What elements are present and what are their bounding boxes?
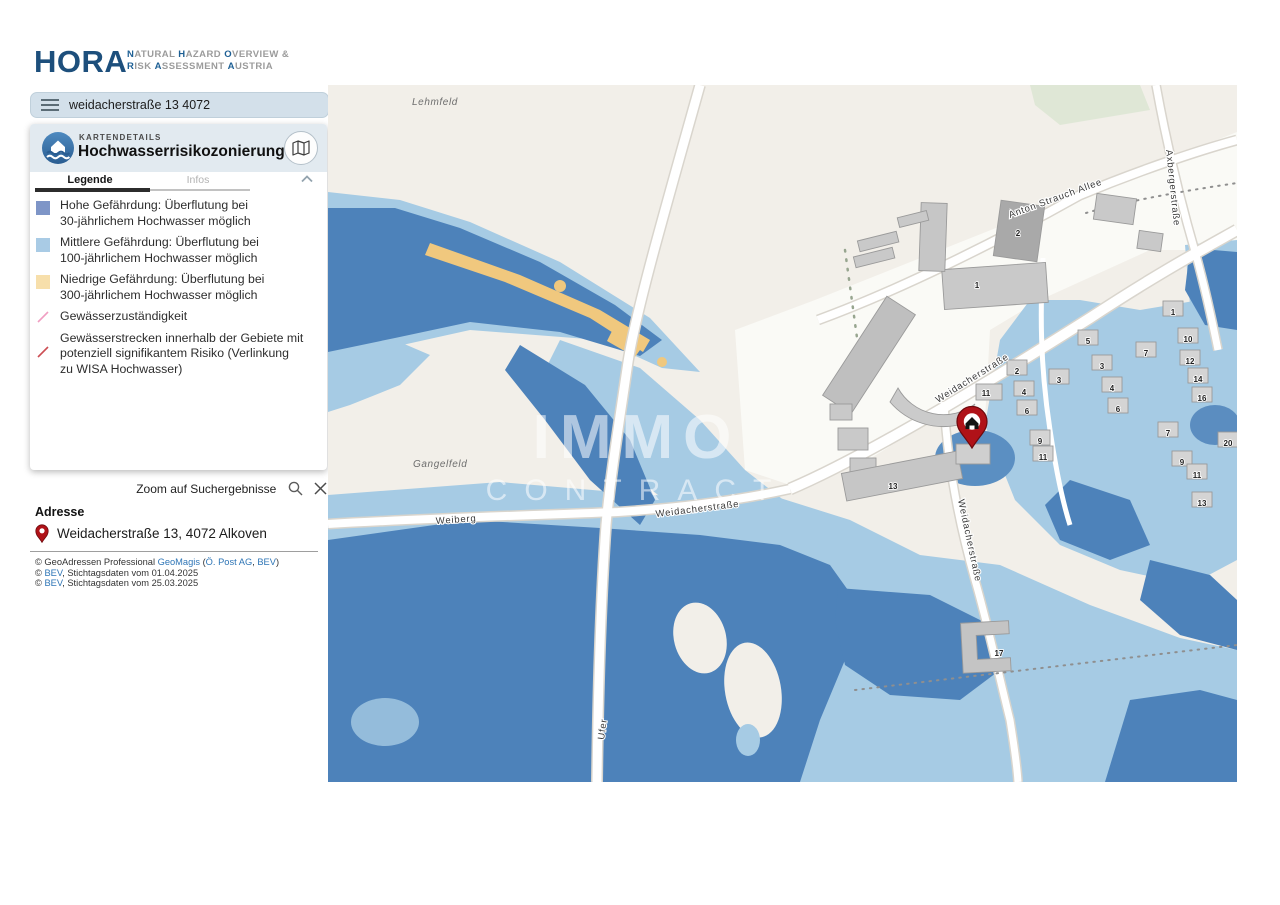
panel-tabs: Legende Infos [30,172,327,192]
svg-text:13: 13 [1198,499,1207,508]
flood-hazard-icon [41,131,75,165]
search-icon[interactable] [288,481,303,496]
svg-text:10: 10 [1184,335,1193,344]
tab-infos[interactable]: Infos [152,174,244,186]
search-input[interactable] [69,98,328,112]
panel-title: Hochwasserrisikozonierung [78,143,285,161]
legend-item-medium: Mittlere Gefährdung: Überflutung bei100-… [36,235,323,266]
zoom-to-results-button[interactable]: Zoom auf Suchergebnisse [136,482,276,496]
location-pin-icon [35,524,49,543]
svg-text:20: 20 [1224,439,1233,448]
svg-text:11: 11 [1039,453,1048,462]
chevron-up-icon[interactable] [301,175,313,183]
area-label-lehmfeld: Lehmfeld [412,97,458,108]
svg-text:9: 9 [1180,458,1185,467]
legend-list: Hohe Gefährdung: Überflutung bei30-jährl… [36,198,323,383]
svg-text:3: 3 [1100,362,1105,371]
svg-text:12: 12 [1186,357,1195,366]
svg-text:4: 4 [1022,388,1027,397]
svg-text:1: 1 [975,281,980,290]
svg-text:IMMO: IMMO [533,403,742,472]
map-icon [292,140,310,156]
credit-line-1: © GeoAdressen Professional GeoMagis (Ö. … [35,557,279,568]
svg-text:2: 2 [1015,367,1020,376]
post-ag-link[interactable]: Ö. Post AG [206,557,253,567]
legend-item-high: Hohe Gefährdung: Überflutung bei30-jährl… [36,198,323,229]
map-layers-button[interactable] [284,131,318,165]
zoom-to-results-row: Zoom auf Suchergebnisse [30,481,327,496]
divider [30,551,318,552]
svg-text:1: 1 [1171,308,1176,317]
bev-link-1[interactable]: BEV [257,557,276,567]
map-details-panel: KARTENDETAILS Hochwasserrisikozonierung … [30,124,327,470]
legend-item-risk: Gewässerstrecken innerhalb der Gebiete m… [36,331,323,378]
svg-text:4: 4 [1110,384,1115,393]
tab-legende[interactable]: Legende [30,174,150,186]
svg-text:9: 9 [1038,437,1043,446]
panel-kicker: KARTENDETAILS [79,133,162,142]
close-icon[interactable] [314,482,327,495]
svg-text:14: 14 [1194,375,1203,384]
legend-swatch-low [36,275,50,289]
legend-item-authority: Gewässerzuständigkeit [36,309,323,325]
menu-icon[interactable] [41,98,59,112]
panel-header: KARTENDETAILS Hochwasserrisikozonierung [30,124,327,172]
tagline-line-2: RISK ASSESSMENT AUSTRIA [127,61,289,73]
svg-text:17: 17 [995,649,1004,658]
hora-logo[interactable]: HORA [34,44,127,80]
svg-text:16: 16 [1198,394,1207,403]
bev-link-3[interactable]: BEV [44,578,62,588]
svg-text:CONTRACT: CONTRACT [486,474,789,507]
pink-line-icon [36,310,50,324]
bev-link-2[interactable]: BEV [44,568,62,578]
svg-text:2: 2 [1016,229,1021,238]
flood-risk-map[interactable]: IMMO CONTRACT Lehmfeld Gangelfeld Weiber… [328,85,1237,782]
svg-text:7: 7 [1166,429,1171,438]
search-bar[interactable] [30,92,329,118]
legend-swatch-high [36,201,50,215]
svg-text:3: 3 [1057,376,1062,385]
red-line-icon [36,345,50,359]
address-result-row[interactable]: Weidacherstraße 13, 4072 Alkoven [35,524,267,543]
area-label-gangelfeld: Gangelfeld [413,459,467,470]
address-heading: Adresse [35,505,84,519]
inactive-tab-underline [150,189,250,192]
svg-text:11: 11 [982,389,991,398]
geomagis-link[interactable]: GeoMagis [158,557,200,567]
svg-text:5: 5 [1086,337,1091,346]
data-credits: © GeoAdressen Professional GeoMagis (Ö. … [35,557,279,589]
svg-text:11: 11 [1193,471,1202,480]
svg-text:6: 6 [1025,407,1030,416]
logo-tagline: NATURAL HAZARD OVERVIEW & RISK ASSESSMEN… [127,49,289,72]
svg-text:6: 6 [1116,405,1121,414]
legend-item-low: Niedrige Gefährdung: Überflutung bei300-… [36,272,323,303]
address-text: Weidacherstraße 13, 4072 Alkoven [57,526,267,541]
tagline-line-1: NATURAL HAZARD OVERVIEW & [127,49,289,61]
active-tab-underline [35,188,150,192]
legend-swatch-medium [36,238,50,252]
credit-line-2: © BEV, Stichtagsdaten vom 01.04.2025 [35,568,279,579]
credit-line-3: © BEV, Stichtagsdaten vom 25.03.2025 [35,578,279,589]
svg-text:7: 7 [1144,349,1149,358]
svg-text:13: 13 [889,482,898,491]
